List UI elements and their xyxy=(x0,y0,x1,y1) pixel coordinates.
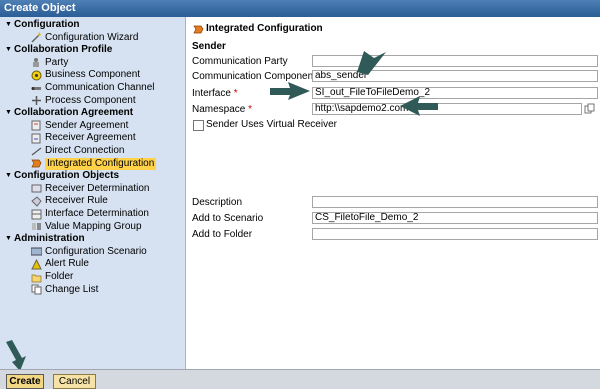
virtual-receiver-label: Sender Uses Virtual Receiver xyxy=(206,119,337,130)
tree-item-label: Integrated Configuration xyxy=(45,157,157,170)
change-list-icon xyxy=(31,284,42,295)
receiver-determination-icon xyxy=(31,183,42,194)
direct-connection-icon xyxy=(31,146,42,157)
receiver-rule-icon xyxy=(31,196,42,207)
required-marker: * xyxy=(233,88,238,99)
tree-item-label: Configuration Objects xyxy=(14,170,119,182)
tree-group-header[interactable]: ▼ Configuration xyxy=(5,19,80,31)
tree-item-label: Configuration Scenario xyxy=(45,245,147,257)
tree-item-label: Administration xyxy=(14,233,85,245)
tree-item[interactable]: Value Mapping Group xyxy=(31,221,142,233)
expand-triangle-icon[interactable]: ▼ xyxy=(5,44,14,56)
value-help-icon[interactable] xyxy=(584,103,596,115)
process-icon xyxy=(31,95,42,106)
tree-item[interactable]: Receiver Rule xyxy=(31,195,108,207)
tree-item[interactable]: Folder xyxy=(31,271,73,283)
value-mapping-icon xyxy=(31,221,42,232)
integrated-config-icon xyxy=(31,158,42,169)
tree-item[interactable]: Interface Determination xyxy=(31,208,149,220)
description-input[interactable] xyxy=(312,196,598,208)
namespace-label-text: Namespace xyxy=(192,104,246,115)
scenario-icon xyxy=(30,246,43,257)
tree-item[interactable]: Change List xyxy=(31,284,98,296)
arrow-annotation-create xyxy=(6,340,26,371)
tree-item[interactable]: Communication Channel xyxy=(31,82,155,94)
tree-group-header[interactable]: ▼ Collaboration Profile xyxy=(5,44,112,56)
tree-item[interactable]: Configuration Scenario xyxy=(30,245,147,258)
tree-item-label: Collaboration Profile xyxy=(14,44,113,56)
arrow-annotation-namespace xyxy=(400,96,438,116)
interface-label: Interface * xyxy=(192,88,238,99)
tree-item-label: Configuration Wizard xyxy=(45,31,139,43)
tree-group-header[interactable]: ▼ Administration xyxy=(5,233,85,245)
tree-item-label: Change List xyxy=(45,283,99,295)
tree-item[interactable]: Receiver Agreement xyxy=(31,132,136,144)
interface-label-text: Interface xyxy=(192,88,231,99)
dialog-button-bar: Create Cancel xyxy=(0,369,600,389)
channel-icon xyxy=(31,83,42,94)
tree-item-label: Receiver Agreement xyxy=(45,132,136,144)
namespace-label: Namespace * xyxy=(192,104,252,115)
tree-item-label: Business Component xyxy=(45,69,141,81)
cancel-button[interactable]: Cancel xyxy=(53,374,96,389)
namespace-input[interactable]: http:\\sapdemo2.com xyxy=(312,103,582,115)
tree-item[interactable]: Direct Connection xyxy=(31,145,124,157)
arrow-annotation-interface xyxy=(270,82,310,100)
expand-triangle-icon[interactable]: ▼ xyxy=(5,19,14,31)
tree-item-label: Sender Agreement xyxy=(45,119,129,131)
description-label: Description xyxy=(192,197,243,208)
expand-triangle-icon[interactable]: ▼ xyxy=(5,107,14,119)
tree-item[interactable]: Party xyxy=(31,57,68,69)
tree-item[interactable]: Integrated Configuration xyxy=(31,157,157,170)
tree-item-label: Configuration xyxy=(14,19,80,30)
tree-group-header[interactable]: ▼ Configuration Objects xyxy=(5,170,119,182)
tree-item[interactable]: Business Component xyxy=(31,69,140,81)
tree-item[interactable]: Process Component xyxy=(31,95,136,107)
create-button[interactable]: Create xyxy=(6,374,44,389)
business-component-icon xyxy=(31,70,42,81)
form-heading: Integrated Configuration xyxy=(206,23,323,34)
sender-agreement-icon xyxy=(31,120,42,131)
add-to-folder-input[interactable] xyxy=(312,228,598,240)
add-to-scenario-input[interactable]: CS_FiletoFile_Demo_2 xyxy=(312,212,598,224)
tree-item-label: Value Mapping Group xyxy=(45,220,142,232)
tree-item-label: Interface Determination xyxy=(45,208,149,219)
receiver-agreement-icon xyxy=(31,133,42,144)
form-panel: Integrated Configuration Sender Communic… xyxy=(187,17,600,369)
tree-item-label: Process Component xyxy=(45,94,136,106)
section-sender: Sender xyxy=(192,41,226,52)
window-title: Create Object xyxy=(0,0,600,17)
add-to-scenario-label: Add to Scenario xyxy=(192,213,264,224)
tree-item-label: Receiver Rule xyxy=(45,195,108,207)
tree-item-label: Receiver Determination xyxy=(45,182,150,194)
tree-item[interactable]: Sender Agreement xyxy=(31,120,128,132)
tree-item-label: Direct Connection xyxy=(45,145,125,156)
tree-item-label: Communication Channel xyxy=(45,82,155,93)
tree-item[interactable]: Configuration Wizard xyxy=(31,32,138,44)
tree-group-header[interactable]: ▼ Collaboration Agreement xyxy=(5,107,133,119)
tree-item-label: Party xyxy=(45,56,69,68)
tree-item-label: Alert Rule xyxy=(45,258,89,270)
folder-icon xyxy=(31,272,42,283)
object-type-tree: ▼ Configuration Configuration Wizard ▼ Colla… xyxy=(0,17,186,369)
party-icon xyxy=(31,57,42,68)
alert-icon xyxy=(31,258,42,270)
interface-determination-icon xyxy=(31,209,42,220)
communication-party-label: Communication Party xyxy=(192,56,288,67)
required-marker: * xyxy=(248,104,253,115)
tree-item-label: Folder xyxy=(45,271,74,282)
interface-input[interactable]: SI_out_FileToFileDemo_2 xyxy=(312,87,598,99)
integrated-config-icon xyxy=(193,24,204,35)
tree-item[interactable]: Receiver Determination xyxy=(31,183,150,195)
virtual-receiver-checkbox[interactable] xyxy=(193,120,204,131)
tree-item-label: Collaboration Agreement xyxy=(14,107,134,119)
expand-triangle-icon[interactable]: ▼ xyxy=(5,233,14,245)
tree-item[interactable]: Alert Rule xyxy=(31,258,89,270)
wand-icon xyxy=(31,32,42,43)
add-to-folder-label: Add to Folder xyxy=(192,229,253,240)
expand-triangle-icon[interactable]: ▼ xyxy=(5,170,14,182)
arrow-annotation-component xyxy=(357,51,386,75)
